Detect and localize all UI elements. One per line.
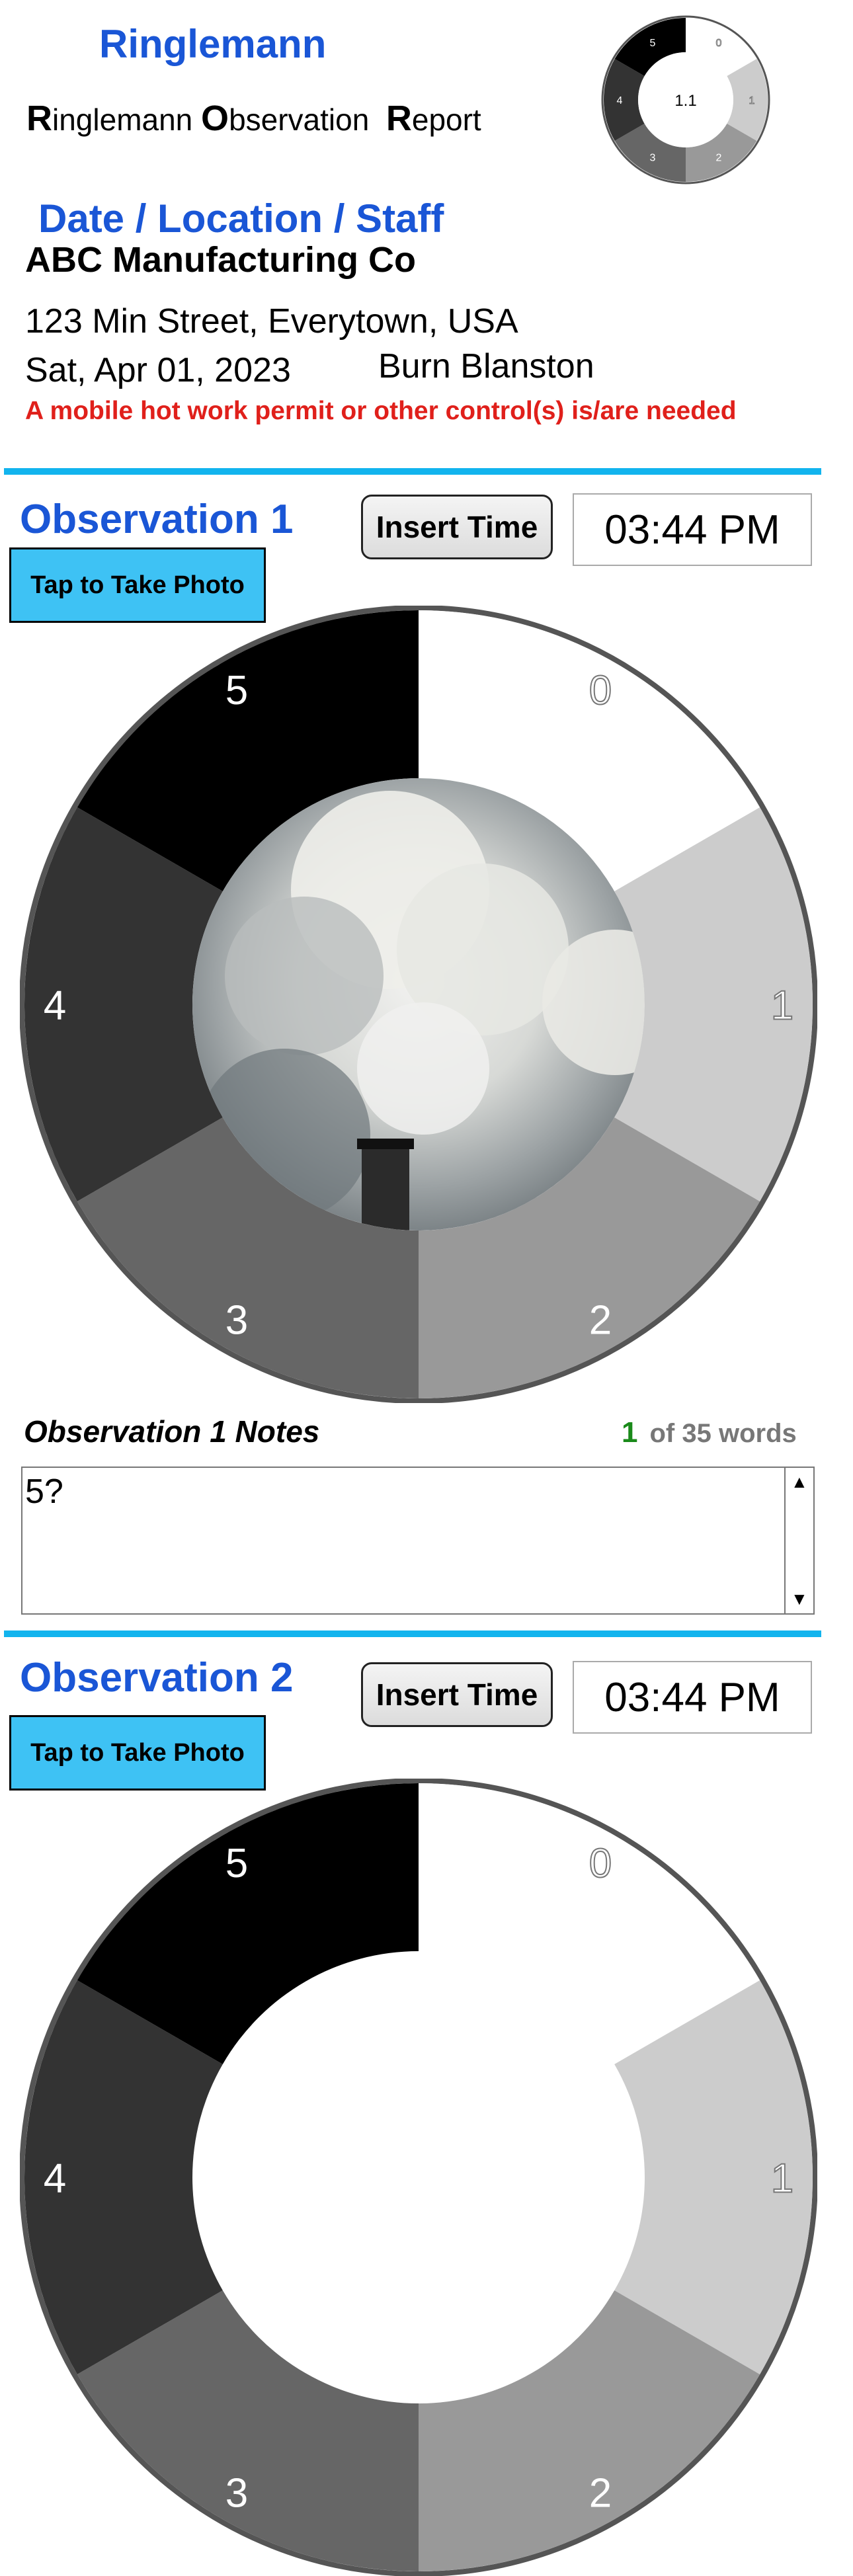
app-title: Ringlemann: [99, 22, 327, 66]
section-divider: [4, 1630, 821, 1637]
triangle-down-icon[interactable]: ▼: [791, 1589, 808, 1609]
section-title: Date / Location / Staff: [38, 196, 444, 241]
observation-1-shade-2-label: 2: [589, 1298, 612, 1344]
observation-2-title: Observation 2: [20, 1655, 294, 1701]
report-title: Ringlemann Observation Report: [26, 98, 481, 139]
observation-1-shade-5-label: 5: [225, 668, 248, 713]
observation-2-shade-0-label: 0: [589, 1841, 612, 1886]
summary-shade-0-label: 0: [716, 38, 722, 49]
observation-1-word-count: 1 of 35 words: [622, 1416, 797, 1449]
summary-shade-3-label: 3: [650, 152, 656, 163]
observation-2-shade-3-label: 3: [225, 2471, 248, 2516]
section-divider: [4, 468, 821, 475]
observation-1-shade-4-label: 4: [44, 983, 66, 1028]
observation-2-shade-5-label: 5: [225, 1841, 248, 1886]
permit-warning: A mobile hot work permit or other contro…: [25, 397, 737, 425]
summary-shade-4-label: 4: [617, 95, 623, 106]
report-title-word-1: inglemann: [52, 102, 202, 137]
triangle-up-icon[interactable]: ▲: [791, 1472, 808, 1492]
observation-2-shade-4-label: 4: [44, 2155, 66, 2201]
observation-1-title: Observation 1: [20, 497, 294, 542]
location-address[interactable]: 123 Min Street, Everytown, USA: [25, 302, 518, 341]
summary-average-value: 1.1: [674, 92, 696, 110]
observation-date[interactable]: Sat, Apr 01, 2023: [25, 350, 291, 390]
company-name[interactable]: ABC Manufacturing Co: [25, 239, 416, 280]
observation-2-shade-2-label: 2: [589, 2471, 612, 2516]
observation-1-notes-text[interactable]: 5?: [25, 1472, 63, 1511]
staff-name[interactable]: Burn Blanston: [378, 346, 594, 386]
word-count-limit: of 35 words: [649, 1419, 797, 1448]
report-title-word-2: bservation: [229, 102, 386, 137]
observation-1-ringelmann-wheel[interactable]: 0 1 2 3 4 5: [20, 606, 817, 1403]
ringelmann-summary-wheel: 1.1 0 1 2 3 4 5: [601, 15, 770, 184]
observation-2-shade-1-label: 1: [771, 2155, 793, 2201]
summary-shade-1-label: 1: [749, 95, 755, 106]
observation-2-ringelmann-wheel[interactable]: 0 1 2 3 4 5: [20, 1779, 817, 2576]
observation-1-notes-label: Observation 1 Notes: [24, 1414, 320, 1449]
word-count-value: 1: [622, 1416, 638, 1449]
observation-2-insert-time-button[interactable]: Insert Time: [361, 1662, 553, 1727]
notes-scrollbar[interactable]: ▲ ▼: [784, 1468, 813, 1613]
report-title-initial-o: O: [201, 99, 229, 138]
observation-1-shade-1-label: 1: [771, 983, 793, 1028]
summary-shade-5-label: 5: [650, 38, 656, 49]
observation-1-shade-0-label: 0: [589, 668, 612, 713]
observation-1-notes-field[interactable]: 5? ▲ ▼: [21, 1467, 815, 1615]
report-title-initial-r2: R: [386, 99, 412, 138]
observation-1-shade-3-label: 3: [225, 1298, 248, 1344]
report-title-word-3: eport: [411, 102, 481, 137]
summary-shade-2-label: 2: [716, 152, 722, 163]
observation-1-time-field[interactable]: 03:44 PM: [573, 493, 812, 566]
observation-2-time-field[interactable]: 03:44 PM: [573, 1661, 812, 1734]
observation-1-insert-time-button[interactable]: Insert Time: [361, 495, 553, 559]
report-title-initial-r: R: [26, 99, 52, 138]
